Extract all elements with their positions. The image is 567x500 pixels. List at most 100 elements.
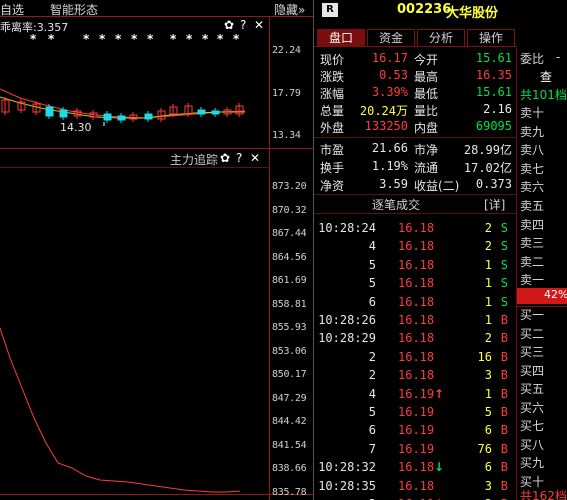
sell-level: 卖六 — [520, 180, 545, 195]
trade-row: 2 16.18 16 B — [318, 349, 514, 368]
trade-volume: 1 — [484, 257, 492, 272]
trade-price: 16.18 — [398, 460, 435, 475]
trades-detail-link[interactable]: [详] — [484, 196, 505, 213]
candle-body — [211, 110, 220, 115]
main-force-chart — [0, 327, 241, 493]
main-force-y-label: 844.42 — [272, 416, 307, 427]
trade-volume: 3 — [484, 478, 492, 493]
trade-price: 16.18 — [398, 478, 435, 493]
quote-label: 现价 — [320, 53, 345, 67]
hide-arrow-icon: » — [298, 3, 306, 17]
trade-time: 2 — [368, 368, 376, 383]
candle-body — [103, 113, 112, 121]
trade-row: 216.19↑2B — [318, 496, 514, 500]
trade-row: 5 16.18 1 S — [318, 257, 514, 276]
close-icon[interactable]: ✕ — [254, 18, 264, 32]
trade-side: S — [500, 294, 508, 309]
kline-y-label: 13.34 — [272, 130, 301, 141]
quote-value: 21.66 — [371, 141, 408, 155]
trade-row: 10:28:35 16.18 3 B — [318, 478, 514, 497]
trade-side: S — [500, 221, 508, 235]
trade-arrow-icon: ↑ — [434, 386, 445, 401]
trade-row: 6 16.19 6 B — [318, 422, 514, 441]
min-price-marker: 14.30 — [60, 121, 92, 134]
trade-volume: 16 — [477, 349, 492, 364]
order-book-link[interactable]: 查 — [540, 68, 552, 85]
trade-volume: 1 — [484, 294, 492, 309]
trade-price: 16.18 — [398, 294, 435, 309]
buy-level: 买一 — [520, 308, 545, 322]
tab-funds[interactable]: 资金 — [367, 29, 415, 46]
trade-side: B — [500, 386, 508, 401]
main-force-y-label: 861.69 — [272, 275, 307, 286]
trade-time: 6 — [368, 294, 376, 309]
sell-count: 共101档 — [520, 88, 567, 102]
trade-side: B — [500, 405, 508, 419]
main-force-y-label: 835.78 — [272, 486, 307, 498]
trade-price: 16.18 — [398, 239, 435, 254]
trade-price: 16.19 — [398, 386, 435, 401]
trade-row: 7 16.19 76 B — [318, 441, 514, 460]
trade-side: S — [500, 257, 508, 272]
close-icon[interactable]: ✕ — [250, 151, 260, 165]
quote-value: 16.35 — [475, 68, 512, 82]
sell-level: 卖三 — [520, 236, 545, 251]
main-force-y-label: 853.06 — [272, 345, 307, 357]
candle-body — [45, 106, 54, 117]
trade-row: 10:28:29 16.18 2 B — [318, 330, 514, 349]
candle-body — [197, 109, 206, 115]
help-icon[interactable]: ? — [236, 151, 242, 165]
trade-row: 4 16.18 2 S — [318, 238, 514, 257]
trade-row: 10:28:26 16.18 1 B — [318, 312, 514, 331]
candle-body — [144, 113, 153, 120]
trade-price: 16.19 — [398, 441, 435, 456]
main-force-y-label: 870.32 — [272, 204, 307, 216]
trade-time: 10:28:29 — [318, 331, 376, 346]
ratio-value: 42% — [544, 288, 567, 301]
sell-level: 卖七 — [520, 161, 545, 176]
candle-body — [59, 109, 68, 118]
buy-level: 买二 — [520, 326, 545, 341]
trade-price: 16.18 — [398, 221, 435, 235]
quote-label: 市盈 — [320, 143, 345, 157]
trade-volume: 2 — [484, 239, 492, 254]
trade-side: S — [500, 276, 508, 291]
trade-row: 10:28:32 16.18 ↓ 6 B — [318, 459, 514, 478]
trade-time: 10:28:24 — [318, 221, 376, 235]
tab-operation[interactable]: 操作 — [467, 29, 515, 46]
quote-label: 涨跌 — [320, 70, 345, 84]
trade-volume: 1 — [484, 313, 492, 327]
stock-code: 002236 — [397, 2, 452, 17]
main-force-y-label: 864.56 — [272, 251, 307, 263]
quote-value: 3.39% — [371, 85, 408, 99]
trade-volume: 2 — [484, 221, 492, 235]
quote-row: 涨跌 0.53 最高 16.35 — [318, 67, 514, 84]
main-force-y-label: 858.81 — [272, 298, 307, 310]
r-badge: R — [322, 3, 338, 17]
trade-row: 6 16.18 1 S — [318, 294, 514, 313]
quote-row: 换手 1.19% 流通 17.02亿 — [318, 158, 514, 175]
trade-price: 16.19 — [398, 423, 435, 438]
trade-price: 16.18 — [398, 349, 435, 364]
quote-label: 涨幅 — [320, 87, 345, 101]
trade-row: 10:28:24 16.18 2 S — [318, 220, 514, 239]
gear-icon[interactable]: ✿ — [220, 151, 230, 165]
tab-pankou[interactable]: 盘口 — [317, 29, 365, 46]
trade-price: 16.18 — [398, 276, 435, 291]
tab-analysis[interactable]: 分析 — [417, 29, 465, 46]
quote-label: 最高 — [414, 70, 439, 84]
buy-level: 买六 — [520, 400, 545, 415]
quote-value: 16.17 — [371, 51, 408, 65]
quote-value: 1.19% — [371, 159, 408, 173]
help-icon[interactable]: ? — [240, 18, 246, 32]
hide-label: 隐藏 — [274, 3, 299, 17]
trade-side: B — [500, 460, 508, 475]
min-price-label: 14.30 — [60, 121, 92, 134]
quote-label: 流通 — [414, 161, 439, 175]
main-force-y-label: 838.66 — [272, 463, 307, 474]
quote-row: 净资 3.59 收益(二) 0.373 — [318, 176, 514, 193]
trade-time: 5 — [368, 257, 376, 272]
ma-line — [0, 96, 245, 119]
gear-icon[interactable]: ✿ — [224, 18, 234, 32]
trade-volume: 2 — [484, 331, 492, 346]
